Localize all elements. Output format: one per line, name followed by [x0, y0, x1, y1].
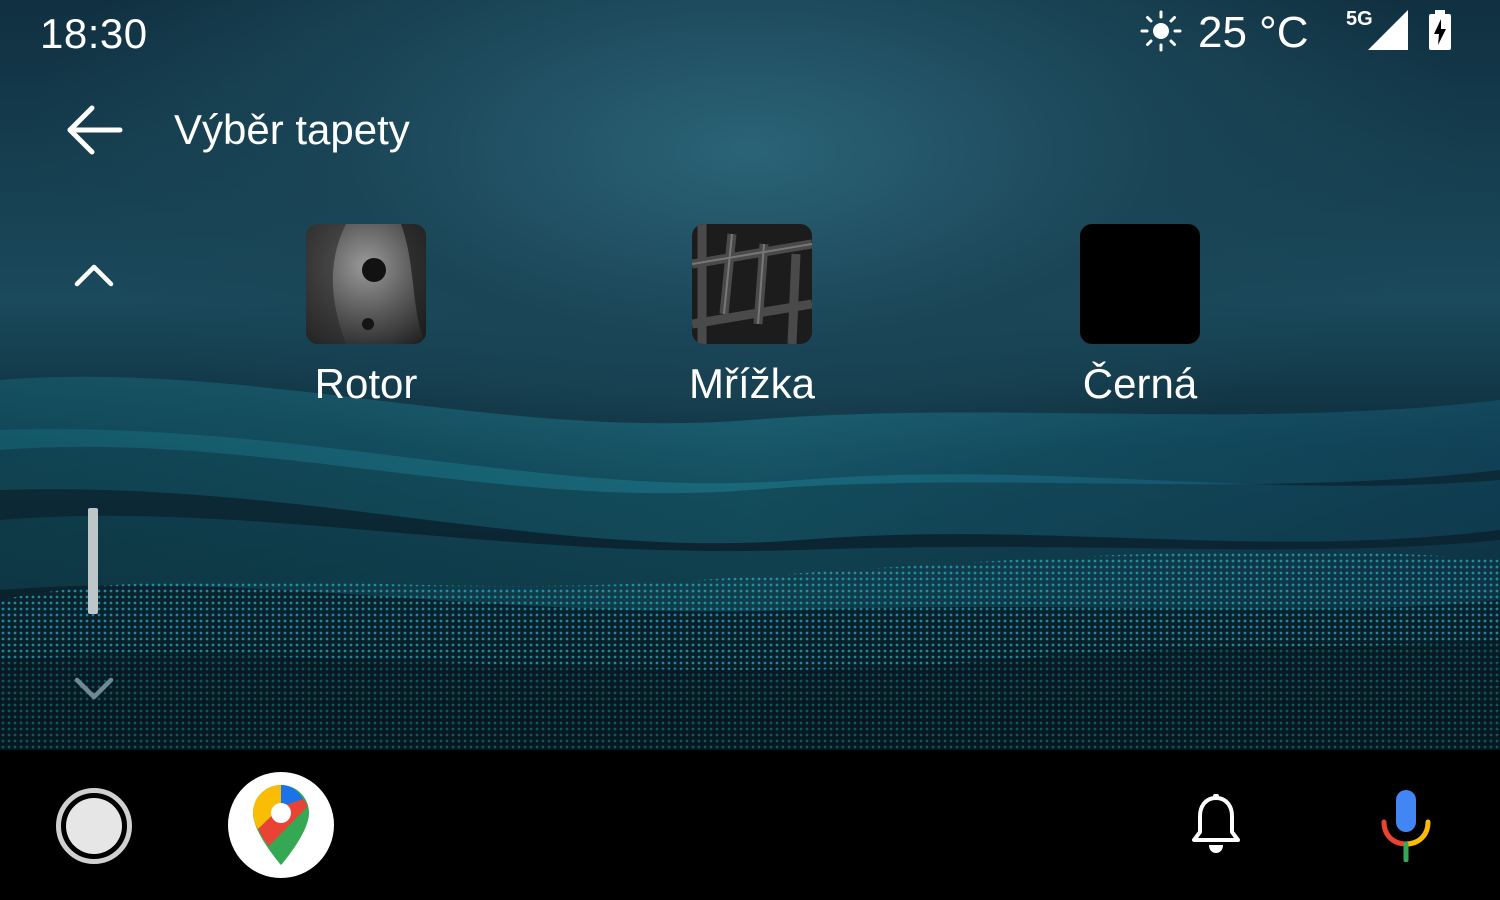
back-button[interactable]	[56, 98, 132, 162]
wallpaper-thumbnail	[692, 224, 812, 344]
wallpaper-label: Rotor	[314, 360, 418, 407]
chevron-down-icon	[74, 677, 114, 700]
sun-icon	[1140, 10, 1182, 52]
home-circle-icon	[66, 798, 122, 854]
clock: 18:30	[40, 10, 148, 57]
temperature: 25 °C	[1198, 8, 1309, 57]
bell-icon	[1192, 794, 1240, 853]
scroll-up-button[interactable]	[62, 246, 126, 302]
network-status: 5G	[1346, 8, 1410, 50]
microphone-icon	[1381, 790, 1431, 862]
battery-charging-icon	[1429, 10, 1451, 50]
arrow-left-icon	[67, 105, 123, 155]
wallpaper-option-rotor[interactable]: Rotor	[256, 224, 476, 424]
home-button[interactable]	[56, 788, 132, 864]
nav-bar	[0, 750, 1500, 900]
scroll-down-button[interactable]	[62, 660, 126, 716]
notifications-button[interactable]	[1180, 788, 1252, 860]
cell-signal-icon	[1368, 10, 1408, 50]
header: Výběr tapety	[0, 90, 1500, 170]
wallpaper-screen: 18:30 25 °C 5G Výběr tapety Rotor Mřížka…	[0, 0, 1500, 750]
wallpaper-label: Mřížka	[689, 360, 815, 407]
maps-button[interactable]	[228, 772, 334, 878]
status-bar: 18:30 25 °C 5G	[0, 0, 1500, 66]
wallpaper-thumbnail	[1080, 224, 1200, 344]
google-maps-icon	[253, 785, 309, 865]
wallpaper-label: Černá	[1082, 360, 1198, 407]
wallpaper-thumbnail	[306, 224, 426, 344]
wallpaper-option-mrizka[interactable]: Mřížka	[642, 224, 862, 424]
wallpaper-option-cerna[interactable]: Černá	[1030, 224, 1250, 424]
page-title: Výběr tapety	[174, 106, 410, 153]
chevron-up-icon	[74, 264, 114, 287]
scrollbar-thumb[interactable]	[88, 508, 98, 614]
assistant-button[interactable]	[1370, 786, 1442, 866]
